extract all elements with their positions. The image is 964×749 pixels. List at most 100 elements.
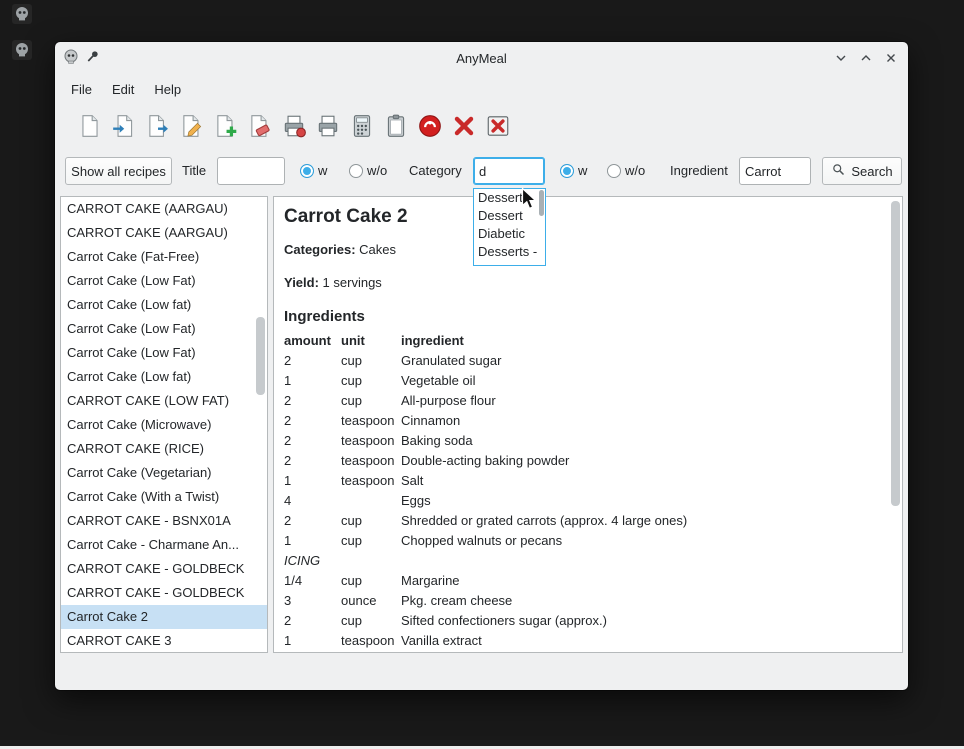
convert-units-icon[interactable] (349, 113, 375, 139)
ingredient-row: 2teaspoonDouble-acting baking powder (284, 450, 687, 470)
menu-file[interactable]: File (61, 78, 102, 101)
list-item[interactable]: CARROT CAKE 3 (61, 629, 267, 653)
window-title: AnyMeal (55, 51, 908, 66)
search-icon (831, 162, 846, 180)
toolbar (55, 104, 908, 148)
ingredient-row: 1teaspoonVanilla extract (284, 630, 687, 650)
dropdown-item[interactable]: Desserts - (474, 243, 545, 261)
title-filter-label: Title (182, 163, 206, 178)
list-item[interactable]: Carrot Cake (Vegetarian) (61, 461, 267, 485)
list-item[interactable]: CARROT CAKE (AARGAU) (61, 221, 267, 245)
list-item[interactable]: CARROT CAKE - GOLDBECK (61, 581, 267, 605)
ingredient-section-label: ICING (284, 550, 687, 570)
title-with-label: w (318, 163, 327, 178)
filter-bar: Show all recipes Title w w/o Category w … (55, 148, 908, 192)
category-with-radio[interactable] (560, 164, 574, 178)
minimize-button[interactable] (832, 49, 850, 67)
list-item[interactable]: Carrot Cake (Low Fat) (61, 269, 267, 293)
yield-label: Yield: (284, 275, 319, 290)
list-item[interactable]: Carrot Cake (Microwave) (61, 413, 267, 437)
new-recipe-icon[interactable] (77, 113, 103, 139)
dropdown-item[interactable]: Dessert (474, 207, 545, 225)
list-item[interactable]: CARROT CAKE (RICE) (61, 437, 267, 461)
categories-value: Cakes (359, 242, 396, 257)
col-amount: amount (284, 330, 341, 350)
ingredient-row: 1cupChopped walnuts or pecans (284, 530, 687, 550)
list-item[interactable]: CARROT CAKE (AARGAU) (61, 197, 267, 221)
title-with-radio[interactable] (300, 164, 314, 178)
list-item[interactable]: Carrot Cake - Charmane An... (61, 533, 267, 557)
recipe-list-panel: CARROT CAKE (AARGAU)CARROT CAKE (AARGAU)… (60, 196, 268, 653)
desktop-app-icon[interactable] (12, 4, 32, 24)
yield-value: 1 servings (323, 275, 382, 290)
recipe-detail: Carrot Cake 2 Categories: Cakes Yield: 1… (274, 197, 902, 650)
title-without-label: w/o (367, 163, 387, 178)
copy-recipe-icon[interactable] (383, 113, 409, 139)
title-filter-input[interactable] (217, 157, 285, 185)
ingredient-row: 2cupShredded or grated carrots (approx. … (284, 510, 687, 530)
dropdown-scrollbar[interactable] (539, 190, 544, 216)
print-recipe-icon[interactable] (315, 113, 341, 139)
print-preview-icon[interactable] (281, 113, 307, 139)
export-recipe-icon[interactable] (145, 113, 171, 139)
delete-database-icon[interactable] (451, 113, 477, 139)
desktop-app-icon-2[interactable] (12, 40, 32, 60)
anymeal-window: AnyMeal File Edit Help (55, 42, 908, 690)
show-all-recipes-button[interactable]: Show all recipes (65, 157, 172, 185)
quit-icon[interactable] (485, 113, 511, 139)
menubar: File Edit Help (55, 74, 908, 104)
recipe-detail-panel: Carrot Cake 2 Categories: Cakes Yield: 1… (273, 196, 903, 653)
edit-recipe-icon[interactable] (179, 113, 205, 139)
ingredient-row: 2cupGranulated sugar (284, 350, 687, 370)
recipe-list: CARROT CAKE (AARGAU)CARROT CAKE (AARGAU)… (61, 197, 267, 653)
list-item[interactable]: CARROT CAKE (LOW FAT) (61, 389, 267, 413)
recipe-categories: Categories: Cakes (284, 242, 878, 258)
category-dropdown: DessertsDessertDiabeticDesserts - (473, 188, 546, 266)
ingredient-row: 2cupAll-purpose flour (284, 390, 687, 410)
recipe-detail-scrollbar[interactable] (891, 201, 900, 506)
anymeal-logo-icon[interactable] (417, 113, 443, 139)
dropdown-item[interactable]: Diabetic (474, 225, 545, 243)
list-item[interactable]: CARROT CAKE - BSNX01A (61, 509, 267, 533)
list-item[interactable]: Carrot Cake (Low fat) (61, 365, 267, 389)
ingredient-row: 3ouncePkg. cream cheese (284, 590, 687, 610)
add-recipe-icon[interactable] (213, 113, 239, 139)
category-filter-input[interactable] (473, 157, 545, 185)
search-button[interactable]: Search (822, 157, 902, 185)
category-without-radio[interactable] (607, 164, 621, 178)
ingredient-row: ICING (284, 550, 687, 570)
ingredient-row: 4Eggs (284, 490, 687, 510)
import-recipe-icon[interactable] (111, 113, 137, 139)
list-item[interactable]: Carrot Cake (Low fat) (61, 293, 267, 317)
ingredient-table: amount unit ingredient 2cupGranulated su… (284, 330, 687, 650)
col-ingredient: ingredient (401, 330, 687, 350)
list-item[interactable]: Carrot Cake 2 (61, 605, 267, 629)
list-item[interactable]: Carrot Cake (Fat-Free) (61, 245, 267, 269)
list-item[interactable]: Carrot Cake (Low Fat) (61, 341, 267, 365)
list-item[interactable]: Carrot Cake (With a Twist) (61, 485, 267, 509)
ingredient-row: 1teaspoonSalt (284, 470, 687, 490)
title-without-radio[interactable] (349, 164, 363, 178)
ingredient-filter-input[interactable] (739, 157, 811, 185)
erase-recipe-icon[interactable] (247, 113, 273, 139)
titlebar[interactable]: AnyMeal (55, 42, 908, 74)
ingredient-row: 1/4cupMargarine (284, 570, 687, 590)
list-item[interactable]: Carrot Cake (Low Fat) (61, 317, 267, 341)
ingredient-filter-label: Ingredient (670, 163, 728, 178)
pin-icon[interactable] (85, 49, 100, 67)
categories-label: Categories: (284, 242, 356, 257)
dropdown-item[interactable]: Desserts (474, 189, 545, 207)
ingredients-heading: Ingredients (284, 307, 878, 326)
recipe-list-scrollbar[interactable] (256, 317, 265, 395)
category-without-label: w/o (625, 163, 645, 178)
menu-help[interactable]: Help (144, 78, 191, 101)
close-button[interactable] (882, 49, 900, 67)
ingredient-row: 1cupVegetable oil (284, 370, 687, 390)
menu-edit[interactable]: Edit (102, 78, 144, 101)
col-unit: unit (341, 330, 401, 350)
list-item[interactable]: CARROT CAKE - GOLDBECK (61, 557, 267, 581)
anymeal-app-icon (63, 49, 79, 68)
ingredient-row: 2cupSifted confectioners sugar (approx.) (284, 610, 687, 630)
ingredient-row: 2teaspoonBaking soda (284, 430, 687, 450)
maximize-button[interactable] (857, 49, 875, 67)
